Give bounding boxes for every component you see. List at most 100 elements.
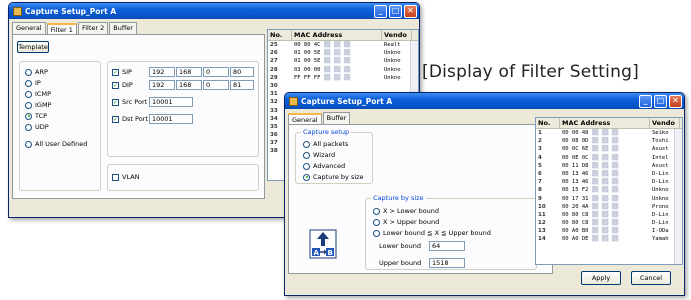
advanced-radio[interactable]	[303, 162, 310, 170]
lower-radio[interactable]	[373, 207, 380, 215]
col-no[interactable]: No.	[536, 118, 560, 128]
table-row[interactable]: 27 01 00 5E ▒▒ ▒▒ ▒▒ Unkno	[268, 57, 418, 65]
front-window-titlebar[interactable]: Capture Setup_Port A _ □ ✕	[285, 93, 684, 109]
ip-radio[interactable]	[25, 79, 32, 87]
protocol-ip[interactable]: IP	[25, 79, 41, 87]
minimize-icon[interactable]: _	[639, 94, 652, 108]
tab-buffer[interactable]: Buffer	[322, 112, 351, 124]
cancel-button[interactable]: Cancel	[631, 271, 671, 285]
option-wizard[interactable]: Wizard	[303, 151, 335, 159]
dip-octet-4[interactable]: 81	[230, 80, 254, 90]
close-icon[interactable]: ✕	[669, 94, 682, 108]
tcp-radio[interactable]	[25, 112, 32, 120]
table-row[interactable]: 4 00 0E 0C ▒▒ ▒▒ ▒▒ Intel	[536, 154, 682, 162]
sip-octet-2[interactable]: 168	[176, 67, 202, 77]
table-row[interactable]: 14 00 A0 DE ▒▒ ▒▒ ▒▒ Yamah	[536, 235, 682, 243]
row-vendor: Unkno	[384, 74, 401, 81]
tab-filter-2[interactable]: Filter 2	[77, 22, 109, 34]
icmp-radio[interactable]	[25, 90, 32, 98]
size-option-lower[interactable]: X > Lower bound	[373, 207, 439, 215]
protocol-icmp[interactable]: ICMP	[25, 90, 51, 98]
upper-bound-input[interactable]: 1518	[429, 258, 465, 268]
src-port-option[interactable]: ✓ Src Port	[112, 98, 147, 106]
size-option-between[interactable]: Lower bound ≦ X ≦ Upper bound	[373, 229, 491, 237]
all-packets-radio[interactable]	[303, 140, 310, 148]
table-row[interactable]: 26 01 00 5E ▒▒ ▒▒ ▒▒ Unkno	[268, 49, 418, 57]
table-row[interactable]: 9 00 17 31 ▒▒ ▒▒ ▒▒ Unkno	[536, 195, 682, 203]
table-row[interactable]: 1 00 00 48 ▒▒ ▒▒ ▒▒ Seiko	[536, 129, 682, 137]
table-row[interactable]: 7 00 13 46 ▒▒ ▒▒ ▒▒ D-Lin	[536, 178, 682, 186]
col-vendor[interactable]: Vendo	[382, 30, 412, 40]
maximize-icon[interactable]: □	[389, 4, 402, 18]
dip-octet-1[interactable]: 192	[149, 80, 175, 90]
row-mac-address: 01 00 5E	[294, 58, 321, 65]
protocol-udp[interactable]: UDP	[25, 123, 49, 131]
back-window-titlebar[interactable]: Capture Setup_Port A _ □ ✕	[9, 3, 419, 19]
row-number: 5	[538, 162, 542, 169]
sip-octet-3[interactable]: 0	[203, 67, 229, 77]
protocol-all-user-defined[interactable]: All User Defined	[25, 140, 87, 148]
front-table-scrollbar[interactable]	[674, 129, 682, 264]
option-all-packets[interactable]: All packets	[303, 140, 348, 148]
table-row[interactable]: 12 00 80 C8 ▒▒ ▒▒ ▒▒ D-Lin	[536, 219, 682, 227]
table-row[interactable]: 13 00 A0 B0 ▒▒ ▒▒ ▒▒ I-ODa	[536, 227, 682, 235]
table-row[interactable]: 25 00 80 4C ▒▒ ▒▒ ▒▒ Realt	[268, 41, 418, 49]
dst-port-checkbox[interactable]: ✓	[112, 115, 119, 123]
col-no[interactable]: No.	[268, 30, 292, 40]
vlan-checkbox[interactable]	[112, 173, 119, 181]
src-port-input[interactable]: 10001	[149, 97, 193, 107]
protocol-igmp[interactable]: IGMP	[25, 101, 51, 109]
dst-port-input[interactable]: 10001	[149, 114, 193, 124]
table-row[interactable]: 8 00 15 F2 ▒▒ ▒▒ ▒▒ Unkno	[536, 186, 682, 194]
size-option-upper[interactable]: X > Upper bound	[373, 218, 439, 226]
row-number: 8	[538, 187, 542, 194]
redacted-mac-suffix: ▒▒ ▒▒ ▒▒	[592, 228, 619, 235]
wizard-radio[interactable]	[303, 151, 310, 159]
sip-checkbox[interactable]: ✓	[112, 68, 119, 76]
col-vendor[interactable]: Vendo	[650, 118, 680, 128]
sip-option[interactable]: ✓ SIP	[112, 68, 132, 76]
udp-radio[interactable]	[25, 123, 32, 131]
apply-button[interactable]: Apply	[581, 271, 621, 285]
table-row[interactable]: 30	[268, 82, 418, 90]
table-row[interactable]: 28 03 00 00 ▒▒ ▒▒ ▒▒ Unkno	[268, 66, 418, 74]
tab-buffer[interactable]: Buffer	[109, 22, 137, 34]
arp-radio[interactable]	[25, 68, 32, 76]
template-button[interactable]: Template	[17, 41, 49, 53]
vlan-option[interactable]: VLAN	[112, 173, 140, 181]
dip-octet-2[interactable]: 168	[176, 80, 202, 90]
upper-radio[interactable]	[373, 218, 380, 226]
between-radio[interactable]	[373, 229, 380, 237]
sip-octet-4[interactable]: 80	[230, 67, 254, 77]
dip-checkbox[interactable]: ✓	[112, 81, 119, 89]
table-row[interactable]: 6 00 13 46 ▒▒ ▒▒ ▒▒ D-Lin	[536, 170, 682, 178]
protocol-arp[interactable]: ARP	[25, 68, 48, 76]
table-row[interactable]: 5 00 11 D8 ▒▒ ▒▒ ▒▒ Asust	[536, 162, 682, 170]
table-row[interactable]: 10 00 20 4A ▒▒ ▒▒ ▒▒ Prono	[536, 203, 682, 211]
redacted-mac-suffix: ▒▒ ▒▒ ▒▒	[592, 138, 619, 145]
protocol-tcp[interactable]: TCP	[25, 112, 47, 120]
table-row[interactable]: 3 00 0C 6E ▒▒ ▒▒ ▒▒ Asust	[536, 145, 682, 153]
tab-general[interactable]: General	[12, 22, 46, 34]
option-advanced[interactable]: Advanced	[303, 162, 345, 170]
igmp-radio[interactable]	[25, 101, 32, 109]
maximize-icon[interactable]: □	[654, 94, 667, 108]
src-port-checkbox[interactable]: ✓	[112, 98, 119, 106]
dip-octet-3[interactable]: 0	[203, 80, 229, 90]
all-user-defined-radio[interactable]	[25, 140, 32, 148]
close-icon[interactable]: ✕	[404, 4, 417, 18]
lower-bound-input[interactable]: 64	[429, 241, 465, 251]
minimize-icon[interactable]: _	[374, 4, 387, 18]
dst-port-option[interactable]: ✓ Dst Port	[112, 115, 148, 123]
dip-option[interactable]: ✓ DIP	[112, 81, 133, 89]
option-capture-by-size[interactable]: Capture by size	[303, 173, 364, 181]
sip-octet-1[interactable]: 192	[149, 67, 175, 77]
table-row[interactable]: 2 00 08 0D ▒▒ ▒▒ ▒▒ Toshi	[536, 137, 682, 145]
table-row[interactable]: 11 00 80 C8 ▒▒ ▒▒ ▒▒ D-Lin	[536, 211, 682, 219]
row-mac-address: 00 11 D8	[562, 162, 589, 169]
table-row[interactable]: 29 FF FF FF ▒▒ ▒▒ ▒▒ Unkno	[268, 74, 418, 82]
front-window-title: Capture Setup_Port A	[301, 96, 393, 106]
col-mac[interactable]: MAC Address	[292, 30, 382, 40]
capture-by-size-radio[interactable]	[303, 173, 310, 181]
col-mac[interactable]: MAC Address	[560, 118, 650, 128]
